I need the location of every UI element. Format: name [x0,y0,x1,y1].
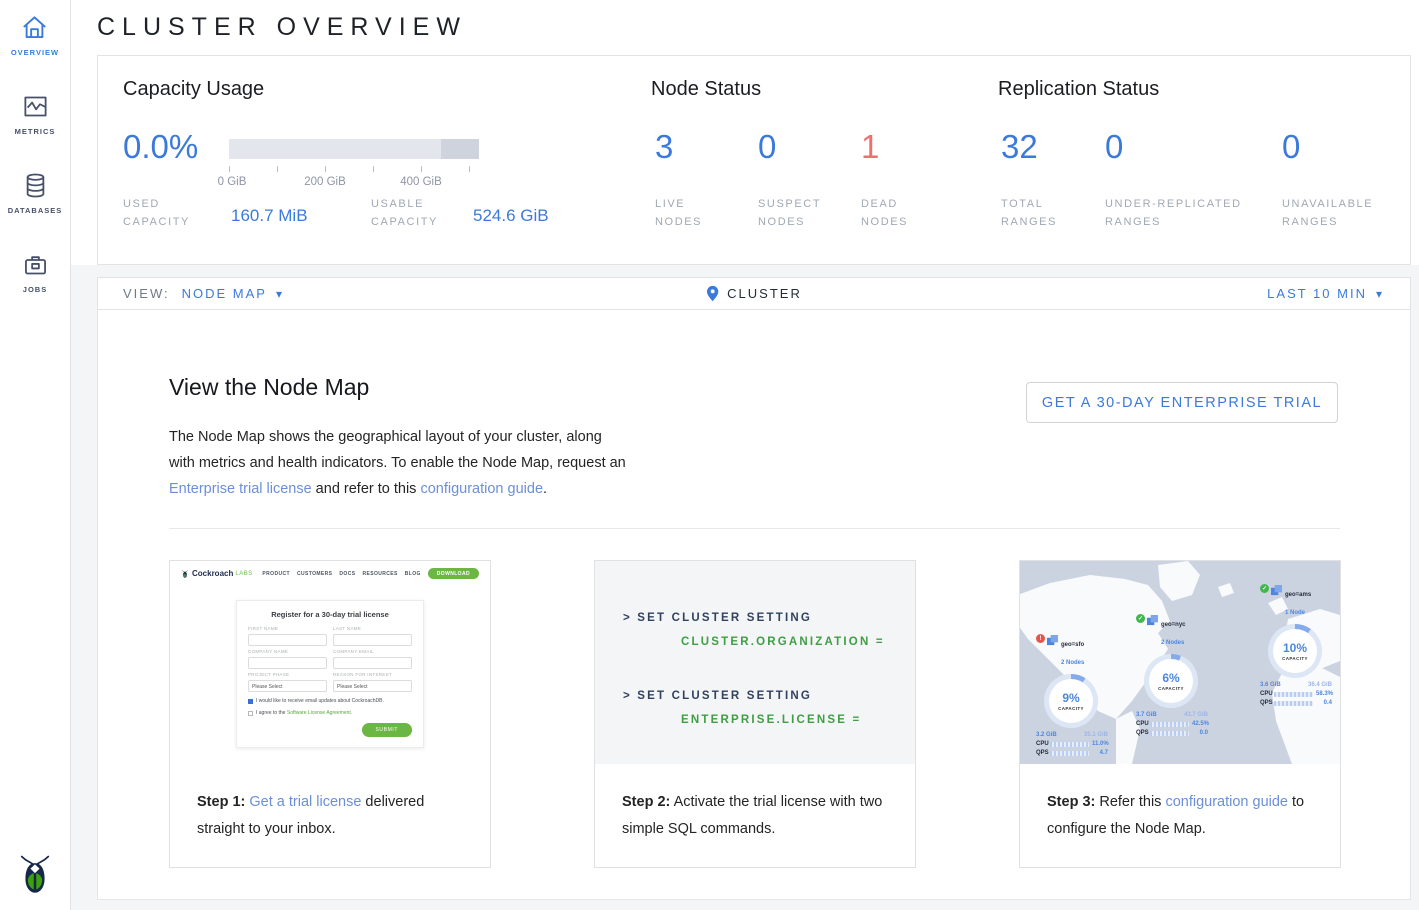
home-icon [21,14,48,41]
sidebar-item-label: JOBS [23,285,47,294]
capacity-gauge-dark-segment [441,139,479,159]
summary-panel: Capacity Usage 0.0% 0 GiB 200 GiB 400 Gi… [97,55,1411,265]
download-pill: DOWNLOAD [428,568,479,579]
gauge-tick-label: 200 GiB [304,176,346,188]
under-replicated-ranges-label: UNDER-REPLICATEDRANGES [1105,195,1242,231]
briefcase-icon [22,251,49,278]
gauge-tick-label: 400 GiB [400,176,442,188]
used-capacity-label: USEDCAPACITY [123,195,190,231]
sidebar-item-jobs[interactable]: JOBS [22,251,49,294]
divider [169,528,1340,529]
view-value: NODE MAP [182,286,267,301]
replication-status-title: Replication Status [998,78,1159,101]
trial-registration-form: Register for a 30-day trial license FIRS… [236,600,424,748]
healthy-badge-icon: ✓ [1136,614,1145,623]
capacity-percent: 0.0% [123,128,198,166]
usable-capacity-label: USABLECAPACITY [371,195,438,231]
nodes-cube-icon [1147,615,1158,626]
time-range-value: LAST 10 MIN [1267,286,1367,301]
locale-widget-ams: ✓ geo=ams 1 Node 10% CAPACITY [1260,583,1336,706]
get-trial-license-link[interactable]: Get a trial license [249,794,361,810]
submit-pill: SUBMIT [362,723,413,737]
locale-widget-sfo: ! geo=sfo 2 Nodes 9% CAPACITY [1036,633,1112,756]
sql-command: > SET CLUSTER SETTING [623,684,915,708]
suspect-nodes-count: 0 [758,128,776,166]
unavailable-ranges-count: 0 [1282,128,1300,166]
sidebar-item-databases[interactable]: DATABASES [8,172,63,215]
configuration-guide-link[interactable]: configuration guide [420,481,543,497]
capacity-donut: 10% CAPACITY [1268,624,1322,678]
under-replicated-ranges-count: 0 [1105,128,1123,166]
sidebar-item-metrics[interactable]: METRICS [15,93,56,136]
step1-caption: Step 1: Get a trial license delivered st… [170,764,490,843]
map-pin-icon [706,285,719,302]
checkbox-checked [248,699,253,704]
capacity-donut: 9% CAPACITY [1044,674,1098,728]
gauge-tick-label: 0 GiB [218,176,247,188]
step2-code-block: > SET CLUSTER SETTING CLUSTER.ORGANIZATI… [595,561,915,764]
total-ranges-label: TOTALRANGES [1001,195,1057,231]
node-status-title: Node Status [651,78,761,101]
node-map-panel: View the Node Map The Node Map shows the… [97,310,1411,900]
get-enterprise-trial-button[interactable]: GET A 30-DAY ENTERPRISE TRIAL [1026,382,1338,423]
step2-caption: Step 2: Activate the trial license with … [595,764,915,843]
sidebar: OVERVIEW METRICS DATABASES JOBS [0,0,71,910]
dead-nodes-count: 1 [861,128,879,166]
time-range-selector[interactable]: LAST 10 MIN ▾ [1267,286,1384,301]
cockroachdb-logo [15,850,55,898]
dead-nodes-label: DEADNODES [861,195,908,231]
panel-gap [71,265,1419,277]
suspect-nodes-label: SUSPECTNODES [758,195,821,231]
steps-row: Cockroach LABS PRODUCT CUSTOMERS DOCS RE… [169,560,1341,868]
checkbox-unchecked [248,711,253,716]
sidebar-item-label: DATABASES [8,206,63,215]
page-margin [71,900,1419,910]
enterprise-trial-license-link[interactable]: Enterprise trial license [169,481,312,497]
cockroach-bug-icon [181,569,189,579]
metrics-chart-icon [22,93,49,120]
used-capacity-value: 160.7 MiB [231,206,308,226]
capacity-donut: 6% CAPACITY [1144,654,1198,708]
step3-card: ! geo=sfo 2 Nodes 9% CAPACITY [1019,560,1341,868]
step2-card: > SET CLUSTER SETTING CLUSTER.ORGANIZATI… [594,560,916,868]
view-selector[interactable]: VIEW: NODE MAP ▾ [123,286,284,301]
nodes-cube-icon [1047,635,1058,646]
live-nodes-label: LIVENODES [655,195,702,231]
cockroach-labs-brand: Cockroach LABS [181,569,253,579]
step3-node-map-preview: ! geo=sfo 2 Nodes 9% CAPACITY [1020,561,1340,764]
step1-screenshot: Cockroach LABS PRODUCT CUSTOMERS DOCS RE… [170,561,490,764]
healthy-badge-icon: ✓ [1260,584,1269,593]
sidebar-item-label: OVERVIEW [11,48,59,57]
total-ranges-count: 32 [1001,128,1038,166]
view-bar: VIEW: NODE MAP ▾ CLUSTER LAST 10 MIN ▾ [97,277,1411,310]
node-map-description: The Node Map shows the geographical layo… [169,424,631,502]
sidebar-item-overview[interactable]: OVERVIEW [11,14,59,57]
cluster-breadcrumb-label: CLUSTER [727,286,802,301]
capacity-usage-title: Capacity Usage [123,78,264,101]
sql-setting: ENTERPRISE.LICENSE = [623,708,915,732]
page-margin [1411,265,1419,910]
sidebar-item-label: METRICS [15,127,56,136]
site-nav: PRODUCT CUSTOMERS DOCS RESOURCES BLOG DO… [262,568,479,579]
alert-badge-icon: ! [1036,634,1045,643]
page-title: CLUSTER OVERVIEW [97,13,467,42]
chevron-down-icon: ▾ [276,287,284,301]
usable-capacity-value: 524.6 GiB [473,206,549,226]
configuration-guide-link[interactable]: configuration guide [1165,794,1288,810]
cluster-overview-page: OVERVIEW METRICS DATABASES JOBS [0,0,1419,910]
node-map-heading: View the Node Map [169,374,369,401]
unavailable-ranges-label: UNAVAILABLERANGES [1282,195,1373,231]
database-icon [22,172,49,199]
cluster-breadcrumb[interactable]: CLUSTER [706,285,802,302]
step1-card: Cockroach LABS PRODUCT CUSTOMERS DOCS RE… [169,560,491,868]
view-label: VIEW: [123,286,170,301]
chevron-down-icon: ▾ [1376,287,1384,301]
locale-widget-nyc: ✓ geo=nyc 2 Nodes 6% CAPACITY [1136,613,1212,736]
live-nodes-count: 3 [655,128,673,166]
step3-caption: Step 3: Refer this configuration guide t… [1020,764,1340,843]
nodes-cube-icon [1271,585,1282,596]
sql-setting: CLUSTER.ORGANIZATION = [623,630,915,654]
sql-command: > SET CLUSTER SETTING [623,606,915,630]
capacity-gauge [229,139,479,159]
